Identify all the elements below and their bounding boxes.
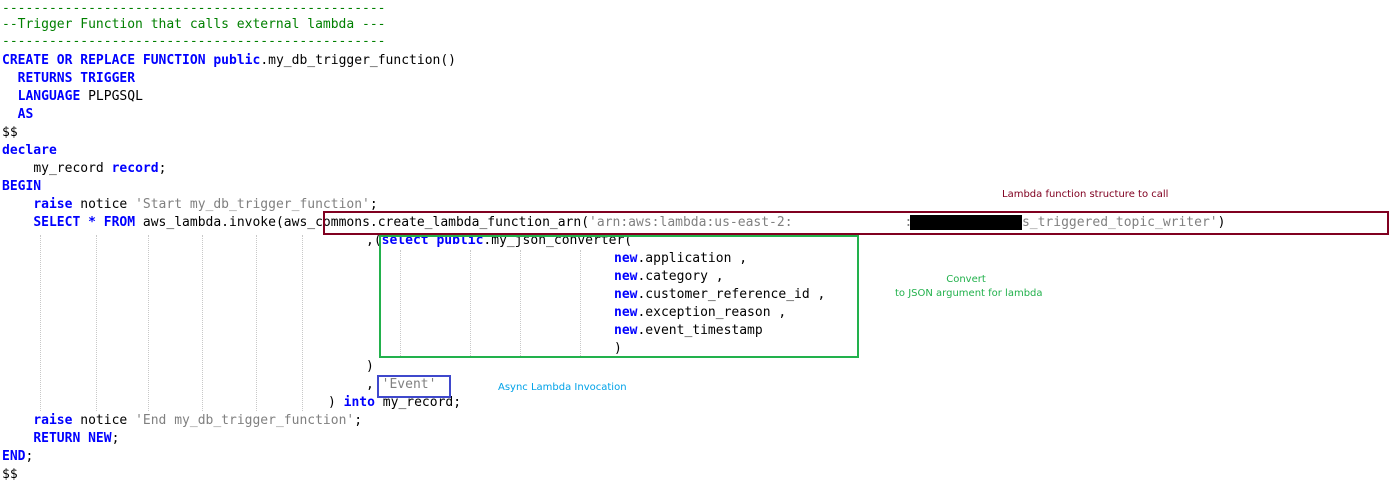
keyword: AS	[17, 107, 34, 122]
function-name: .my_db_trigger_function()	[260, 53, 456, 68]
function-name: aws_lambda.invoke(	[142, 215, 284, 230]
code-line-return: RETURN NEW;	[2, 430, 119, 448]
code-line-dollar: $$	[2, 125, 18, 140]
code-line-declare: declare	[2, 142, 57, 160]
indent-guide	[202, 235, 203, 411]
sql-editor[interactable]: { "code": { "sep_top": "----------------…	[0, 0, 1394, 495]
keyword: FUNCTION	[142, 53, 206, 68]
code-line-raise-end: raise notice 'End my_db_trigger_function…	[2, 412, 362, 430]
code-line-variable: my_record record;	[2, 160, 166, 178]
language-value: PLPGSQL	[88, 89, 143, 104]
keyword: SELECT	[33, 215, 81, 230]
event-highlight-box	[377, 375, 451, 398]
indent-guide	[96, 235, 97, 411]
keyword: TRIGGER	[80, 71, 136, 86]
code-line-close-paren: )	[366, 359, 374, 374]
keyword: REPLACE	[80, 53, 136, 68]
notice-text: notice	[80, 197, 128, 212]
code-line-begin: BEGIN	[2, 178, 41, 196]
string-literal: 'End my_db_trigger_function'	[135, 413, 355, 428]
separator-line: ----------------------------------------…	[2, 34, 386, 49]
code-comment: --Trigger Function that calls external l…	[2, 17, 386, 32]
string-literal: 'Start my_db_trigger_function'	[135, 197, 370, 212]
keyword: record	[111, 161, 159, 176]
code-line-end: END;	[2, 448, 33, 466]
keyword: BEGIN	[2, 179, 42, 194]
notice-text: notice	[80, 413, 128, 428]
code-line-raise-start: raise notice 'Start my_db_trigger_functi…	[2, 196, 378, 214]
punctuation: ;	[158, 161, 167, 176]
lambda-structure-annotation: Lambda function structure to call	[1002, 189, 1169, 200]
code-line-language: LANGUAGE PLPGSQL	[2, 88, 143, 106]
punctuation: ,	[366, 377, 374, 392]
schema-name: public	[213, 53, 261, 68]
code-line-as: AS	[2, 106, 34, 124]
keyword: raise	[33, 413, 73, 428]
keyword: LANGUAGE	[17, 89, 81, 104]
keyword: FROM	[103, 215, 136, 230]
variable-name: my_record	[33, 161, 104, 176]
operator: *	[88, 215, 96, 230]
keyword: RETURN	[33, 431, 81, 446]
punctuation: )	[328, 395, 336, 410]
punctuation: ;	[25, 449, 34, 464]
indent-guide	[40, 235, 41, 411]
code-line-returns: RETURNS TRIGGER	[2, 70, 135, 88]
keyword: END	[2, 449, 26, 464]
keyword: OR	[56, 53, 73, 68]
code-line-dollar: $$	[2, 467, 18, 482]
punctuation: ;	[111, 431, 120, 446]
keyword: declare	[2, 143, 57, 158]
convert-annotation: Convert to JSON argument for lambda	[895, 274, 1043, 299]
lambda-structure-highlight-box	[323, 211, 1389, 235]
indent-guide	[302, 235, 303, 411]
keyword: into	[343, 395, 375, 410]
indent-guide	[148, 235, 149, 411]
punctuation: ;	[369, 197, 378, 212]
keyword: RETURNS	[17, 71, 73, 86]
keyword: CREATE	[2, 53, 49, 68]
indent-guide	[256, 235, 257, 411]
keyword: raise	[33, 197, 73, 212]
punctuation: ;	[354, 413, 363, 428]
keyword: NEW	[88, 431, 112, 446]
code-line-create: CREATE OR REPLACE FUNCTION public.my_db_…	[2, 52, 456, 70]
async-annotation: Async Lambda Invocation	[498, 382, 627, 393]
json-converter-highlight-box	[379, 235, 859, 358]
